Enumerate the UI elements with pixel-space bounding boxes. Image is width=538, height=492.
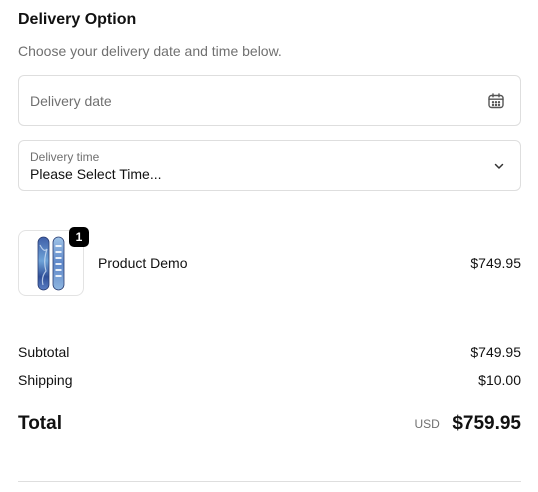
product-price: $749.95 [470,255,521,271]
chevron-down-icon [493,159,505,171]
delivery-time-select[interactable]: Delivery time Please Select Time... [18,140,521,191]
delivery-option-subtitle: Choose your delivery date and time below… [18,43,282,59]
delivery-date-field[interactable]: Delivery date [18,75,521,126]
shipping-row: Shipping $10.00 [18,371,521,389]
subtotal-row: Subtotal $749.95 [18,343,521,361]
delivery-date-placeholder: Delivery date [30,93,112,109]
subtotal-label: Subtotal [18,344,70,360]
total-amount-group: USD $759.95 [415,412,521,437]
total-row: Total USD $759.95 [18,410,521,436]
subtotal-value: $749.95 [470,344,521,360]
delivery-time-value: Please Select Time... [30,166,162,182]
total-currency: USD [414,417,440,431]
line-item: 1 Product Demo $749.95 [18,227,521,296]
delivery-time-label: Delivery time [30,150,100,164]
divider [18,481,521,482]
delivery-option-title: Delivery Option [18,11,137,28]
total-amount: $759.95 [452,413,521,434]
product-thumbnail: 1 [18,227,89,296]
calendar-icon[interactable] [487,92,505,110]
shipping-value: $10.00 [478,372,521,388]
quantity-badge: 1 [69,227,89,247]
total-label: Total [18,413,62,434]
product-name: Product Demo [98,255,188,271]
shipping-label: Shipping [18,372,73,388]
